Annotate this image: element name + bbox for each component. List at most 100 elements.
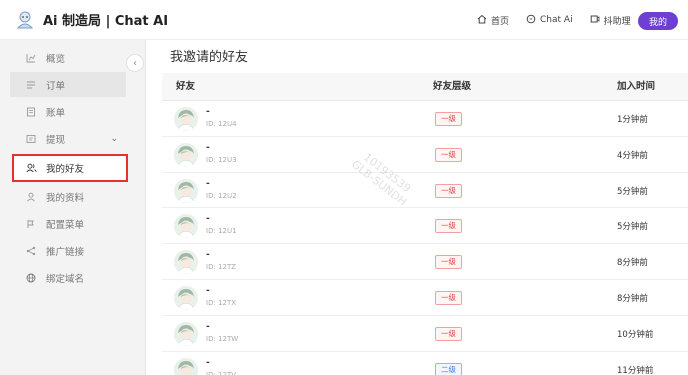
column-header-level: 好友层级 [433,81,472,92]
my-account-button[interactable]: 我的 [638,12,678,30]
assistant-icon [590,14,604,27]
level-badge: 一级 [435,255,462,270]
sidebar-item-orders[interactable]: 订单 [10,72,126,97]
page-title: 我邀请的好友 [170,50,249,65]
sidebar-item-overview[interactable]: 概览 [10,45,126,70]
join-time: 5分钟前 [617,186,648,197]
sidebar: ‹ 概览 订单 账单 提现 ⌄ 我的好友 我的资料 配置菜单 推广链接 绑定域名 [0,40,146,375]
friend-name: - [206,250,210,261]
column-header-join-time: 加入时间 [617,81,656,92]
sidebar-item-withdraw[interactable]: 提现 ⌄ [10,126,126,151]
sidebar-item-config-menu[interactable]: 配置菜单 [10,211,126,236]
sidebar-item-label: 我的资料 [46,192,85,204]
sidebar-item-label: 账单 [46,107,66,119]
friend-id: ID: 12TV [206,370,237,375]
friend-id: ID: 12U4 [206,120,237,128]
share-icon [26,246,40,256]
table-row[interactable]: - ID: 12TV 二级 11分钟前 [162,352,688,375]
nav-assistant[interactable]: 抖助理 [590,14,631,27]
friend-name: - [206,285,210,296]
friends-icon [26,163,40,173]
sidebar-item-label: 绑定域名 [46,273,85,285]
brand-link[interactable]: Ai 制造局 | Chat AI [14,9,168,31]
friend-id: ID: 12U1 [206,227,237,236]
join-time: 10分钟前 [617,329,654,340]
join-time: 5分钟前 [617,222,648,233]
friend-name: - [206,142,210,153]
avatar[interactable] [174,250,198,275]
friends-table: 好友 好友层级 加入时间 - ID: 12U4 一级 1分钟前 - ID: 12U3 一级 4… [162,73,688,375]
sidebar-item-label: 概览 [46,53,66,65]
sidebar-item-label: 订单 [46,80,66,92]
nav-chat-ai-label: Chat Ai [540,15,573,25]
level-badge: 一级 [435,147,462,162]
level-badge: 一级 [435,183,462,198]
table-row[interactable]: - ID: 12TW 一级 10分钟前 [162,316,688,352]
sidebar-item-label: 我的好友 [46,164,85,175]
avatar[interactable] [174,321,198,346]
friend-id: ID: 12U3 [206,155,237,164]
table-header: 好友 好友层级 加入时间 [162,73,688,101]
friend-id: ID: 12U2 [206,191,237,200]
join-time: 11分钟前 [617,365,654,375]
top-header: Ai 制造局 | Chat AI 首页 Chat Ai 抖助理 我的 [0,0,688,40]
table-row[interactable]: - ID: 12TZ 一级 8分钟前 [162,244,688,280]
friend-id: ID: 12TX [206,298,237,307]
home-icon [477,14,491,27]
bill-icon [26,107,40,117]
avatar[interactable] [174,107,198,131]
avatar[interactable] [174,357,198,375]
friend-name: - [206,107,210,117]
avatar[interactable] [174,178,198,203]
column-header-friend: 好友 [176,81,196,92]
logo-icon [14,9,36,31]
config-icon [26,219,40,229]
sidebar-item-bind-domain[interactable]: 绑定域名 [10,265,126,290]
table-row[interactable]: - ID: 12U4 一级 1分钟前 [162,101,688,137]
globe-icon [26,273,40,283]
nav-home[interactable]: 首页 [477,14,509,27]
sidebar-item-label: 推广链接 [46,246,85,258]
level-badge: 二级 [435,362,462,375]
avatar[interactable] [174,142,198,167]
withdraw-icon [26,134,40,144]
friend-id: ID: 12TW [206,334,239,343]
sidebar-item-label: 配置菜单 [46,219,85,231]
chevron-down-icon[interactable]: ⌄ [110,134,118,144]
table-row[interactable]: - ID: 12U2 一级 5分钟前 [162,173,688,209]
join-time: 8分钟前 [617,293,648,304]
sidebar-item-my-friends[interactable]: 我的好友 [12,154,128,182]
join-time: 1分钟前 [617,115,648,125]
chevron-left-icon[interactable]: ‹ [126,54,144,72]
chart-icon [26,53,40,63]
sidebar-item-label: 提现 [46,134,66,146]
level-badge: 一级 [435,290,462,305]
friend-id: ID: 12TZ [206,263,237,272]
nav-assistant-label: 抖助理 [603,16,631,27]
profile-icon [26,192,40,202]
level-badge: 一级 [435,326,462,341]
friend-name: - [206,357,210,368]
level-badge: 一级 [435,112,462,126]
sidebar-item-profile[interactable]: 我的资料 [10,184,126,209]
table-row[interactable]: - ID: 12TX 一级 8分钟前 [162,280,688,316]
top-nav: 首页 Chat Ai 抖助理 [477,0,648,40]
table-row[interactable]: - ID: 12U3 一级 4分钟前 [162,137,688,173]
friend-name: - [206,178,210,189]
avatar[interactable] [174,285,198,310]
chat-icon [526,14,540,27]
sidebar-item-promo-link[interactable]: 推广链接 [10,238,126,263]
brand-title: Ai 制造局 | Chat AI [43,14,169,29]
avatar[interactable] [174,214,198,239]
nav-chat-ai[interactable]: Chat Ai [526,14,573,27]
friend-name: - [206,321,210,332]
table-row[interactable]: - ID: 12U1 一级 5分钟前 [162,208,688,245]
friend-name: - [206,214,210,225]
main-content: 我邀请的好友 好友 好友层级 加入时间 - ID: 12U4 一级 1分钟前 - ID: … [160,40,688,375]
level-badge: 一级 [435,219,462,234]
nav-home-label: 首页 [491,16,510,27]
order-icon [26,80,40,90]
sidebar-item-bills[interactable]: 账单 [10,99,126,124]
join-time: 4分钟前 [617,150,648,161]
join-time: 8分钟前 [617,258,648,269]
